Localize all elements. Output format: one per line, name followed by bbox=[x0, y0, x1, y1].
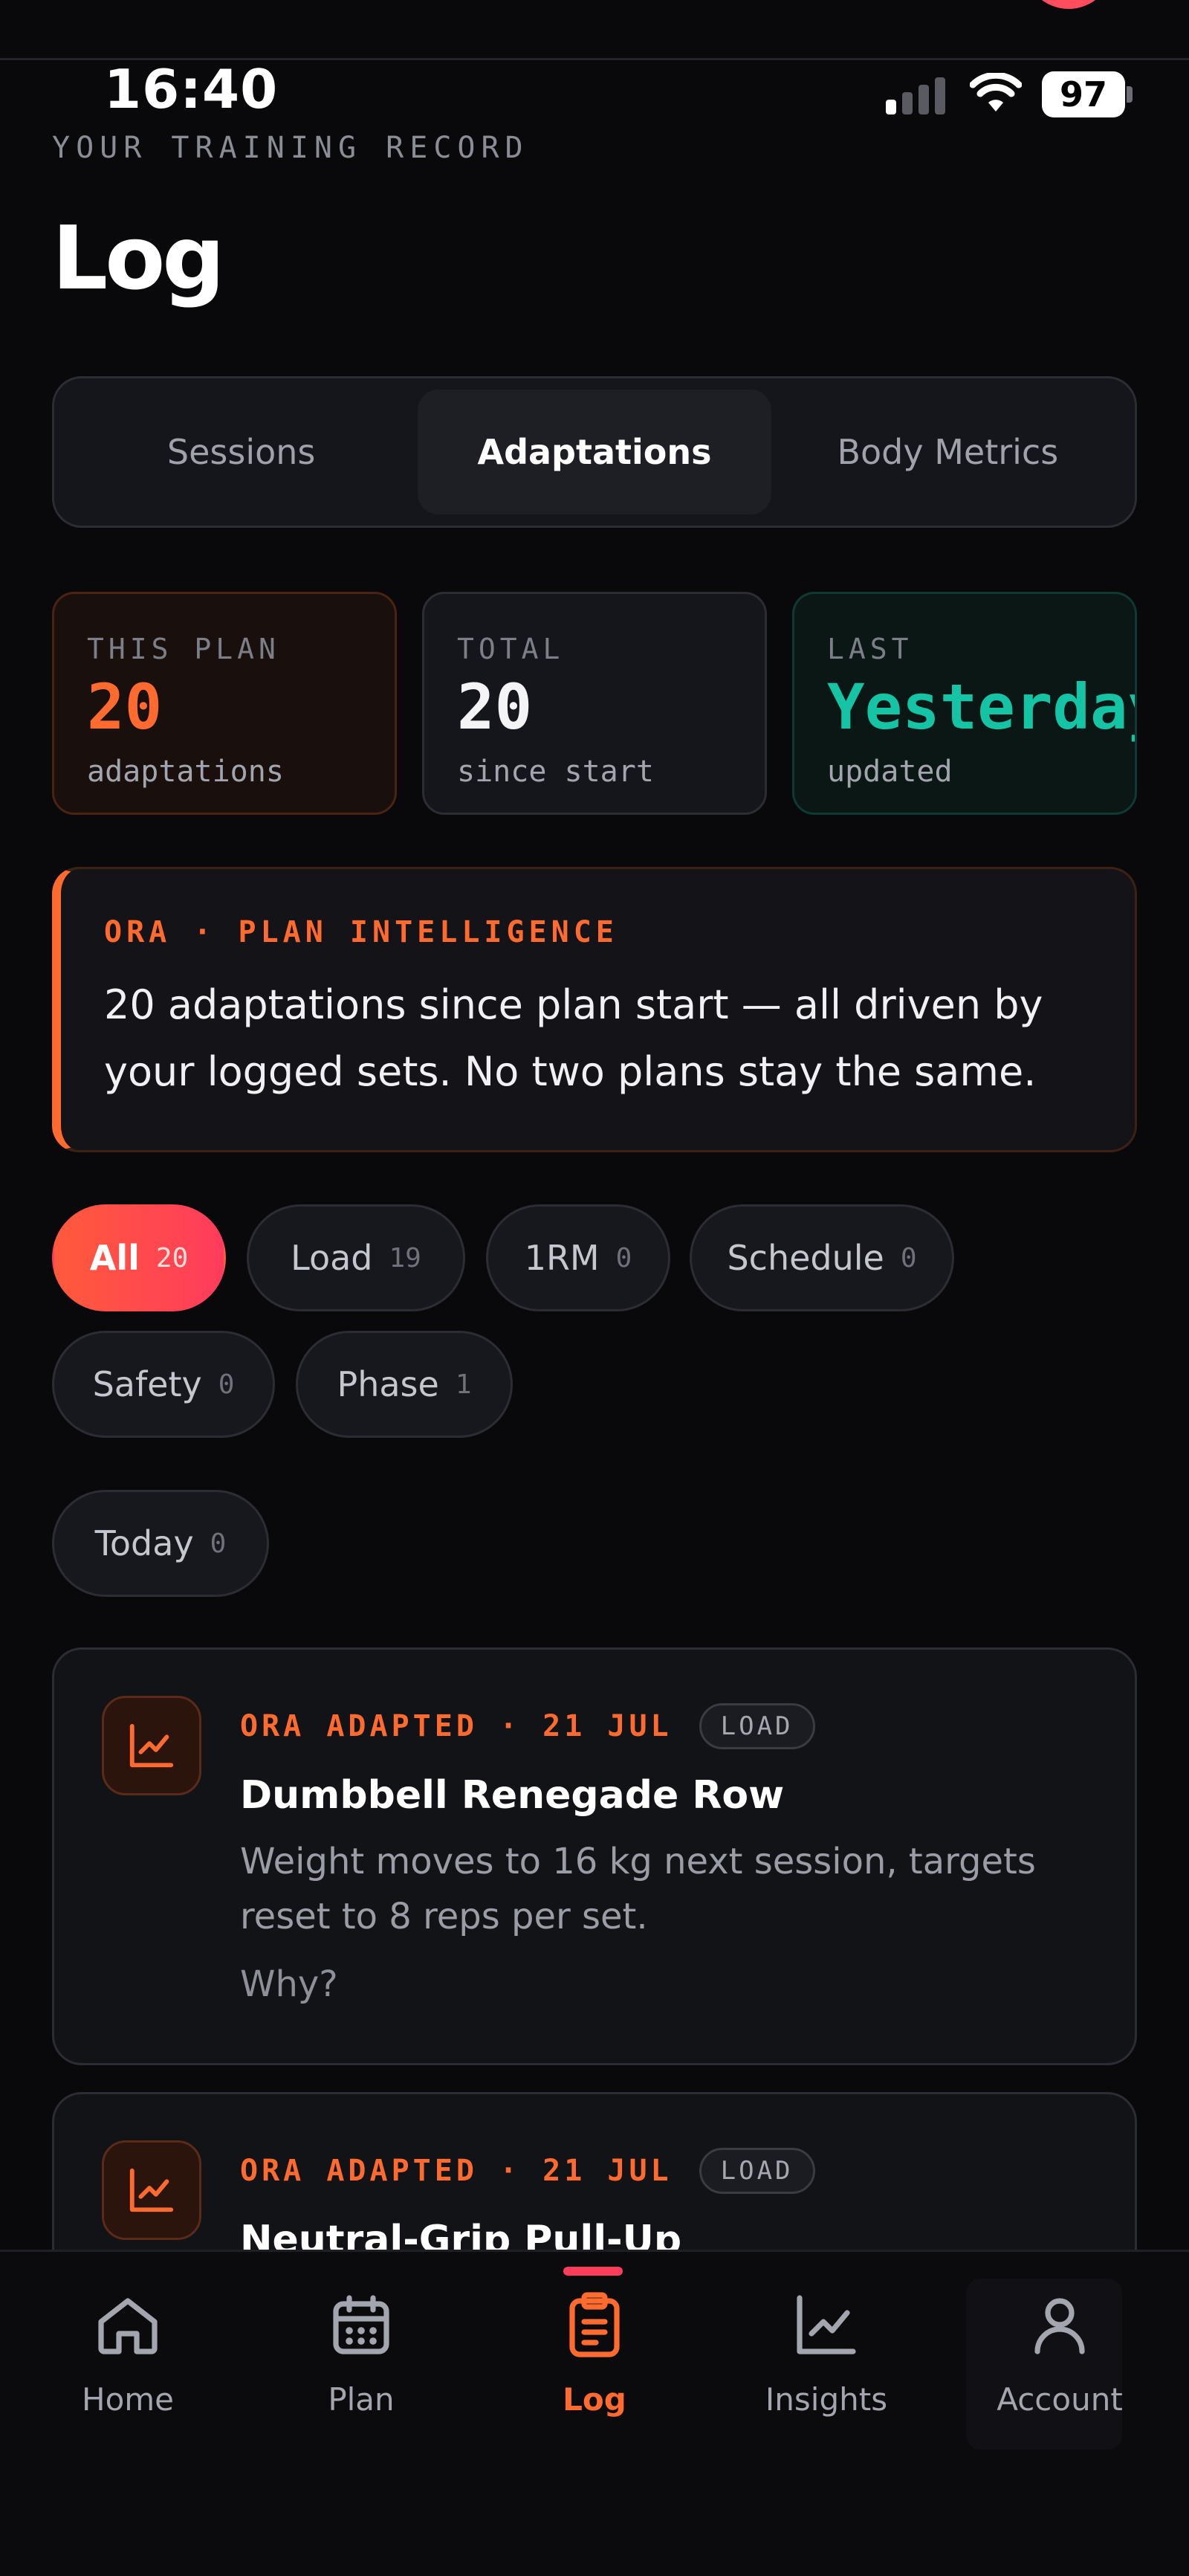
chip-label: 1RM bbox=[524, 1238, 600, 1278]
nav-log[interactable]: Log bbox=[498, 2289, 691, 2418]
tab-adaptations[interactable]: Adaptations bbox=[418, 390, 771, 514]
nav-label: Insights bbox=[765, 2381, 888, 2418]
page-overline: YOUR TRAINING RECORD bbox=[52, 131, 529, 165]
tab-sessions[interactable]: Sessions bbox=[65, 390, 418, 514]
stat-label: THIS PLAN bbox=[87, 633, 280, 665]
chip-label: Phase bbox=[337, 1364, 439, 1404]
calendar-icon bbox=[333, 2295, 389, 2354]
recording-indicator bbox=[1024, 0, 1113, 9]
filter-chip-load[interactable]: Load 19 bbox=[247, 1204, 465, 1311]
nav-label: Plan bbox=[328, 2381, 395, 2418]
stat-card-this-plan: THIS PLAN 20 adaptations bbox=[52, 592, 397, 815]
stat-value: Yesterday bbox=[827, 671, 1137, 743]
banner-message: 20 adaptations since plan start — all dr… bbox=[104, 981, 1043, 1095]
card-meta: ORA ADAPTED · 21 JUL LOAD bbox=[240, 2148, 815, 2194]
signal-icon bbox=[886, 77, 945, 114]
chip-label: Today bbox=[94, 1523, 194, 1563]
adaptation-card[interactable]: ORA ADAPTED · 21 JUL LOAD Dumbbell Reneg… bbox=[52, 1647, 1137, 2065]
log-tabs: Sessions Adaptations Body Metrics bbox=[52, 376, 1137, 528]
nav-account[interactable]: Account bbox=[963, 2289, 1156, 2418]
plan-intelligence-banner: ORA · PLAN INTELLIGENCE 20 adaptations s… bbox=[52, 867, 1137, 1152]
stat-card-total: TOTAL 20 since start bbox=[422, 592, 767, 815]
stat-label: TOTAL bbox=[457, 633, 565, 665]
card-date: ORA ADAPTED · 21 JUL bbox=[240, 1709, 673, 1743]
nav-label: Account bbox=[997, 2381, 1123, 2418]
why-link[interactable]: Why? bbox=[240, 1963, 338, 2005]
card-title: Dumbbell Renegade Row bbox=[240, 1773, 785, 1818]
chip-count: 0 bbox=[218, 1369, 235, 1400]
stat-sub: updated bbox=[827, 755, 953, 789]
stat-sub: since start bbox=[457, 755, 654, 789]
tab-body-metrics[interactable]: Body Metrics bbox=[771, 390, 1124, 514]
chip-label: All bbox=[89, 1238, 140, 1278]
trend-chart-icon bbox=[102, 2140, 201, 2240]
chart-icon bbox=[797, 2295, 856, 2354]
card-meta: ORA ADAPTED · 21 JUL LOAD bbox=[240, 1703, 815, 1749]
stat-sub: adaptations bbox=[87, 755, 284, 789]
type-badge: LOAD bbox=[699, 1703, 815, 1749]
clipboard-icon bbox=[569, 2292, 620, 2357]
stat-label: LAST bbox=[827, 633, 913, 665]
chip-count: 1 bbox=[455, 1369, 472, 1400]
chip-label: Schedule bbox=[727, 1238, 884, 1278]
bottom-navigation: Home Plan Log Insights Account bbox=[0, 2250, 1189, 2576]
card-date: ORA ADAPTED · 21 JUL bbox=[240, 2154, 673, 2188]
nav-label: Home bbox=[81, 2381, 175, 2418]
chip-label: Safety bbox=[92, 1364, 202, 1404]
chip-label: Load bbox=[291, 1238, 373, 1278]
active-tab-indicator bbox=[563, 2267, 623, 2276]
stat-value: 20 bbox=[87, 671, 163, 743]
nav-plan[interactable]: Plan bbox=[265, 2289, 458, 2418]
battery-indicator: 97 bbox=[1042, 71, 1125, 117]
card-description: Weight moves to 16 kg next session, targ… bbox=[240, 1841, 1036, 1937]
status-time: 16:40 bbox=[104, 58, 279, 120]
page-title: Log bbox=[52, 207, 225, 309]
stat-value: 20 bbox=[457, 671, 533, 743]
nav-insights[interactable]: Insights bbox=[730, 2289, 923, 2418]
chip-count: 19 bbox=[389, 1242, 421, 1274]
filter-chip-all[interactable]: All 20 bbox=[52, 1204, 226, 1311]
filter-chip-today[interactable]: Today 0 bbox=[52, 1490, 269, 1597]
stat-card-last: LAST Yesterday updated bbox=[792, 592, 1137, 815]
chip-count: 20 bbox=[155, 1242, 189, 1274]
wifi-icon bbox=[970, 73, 1022, 112]
user-icon bbox=[1034, 2298, 1085, 2354]
filter-chip-1rm[interactable]: 1RM 0 bbox=[486, 1204, 670, 1311]
chip-count: 0 bbox=[615, 1242, 632, 1274]
trend-chart-icon bbox=[102, 1696, 201, 1795]
home-icon bbox=[98, 2298, 158, 2354]
nav-label: Log bbox=[563, 2381, 626, 2418]
banner-tag: ORA · PLAN INTELLIGENCE bbox=[104, 915, 618, 949]
nav-home[interactable]: Home bbox=[31, 2289, 224, 2418]
filter-chip-phase[interactable]: Phase 1 bbox=[296, 1331, 513, 1438]
chip-count: 0 bbox=[210, 1528, 227, 1559]
chip-count: 0 bbox=[900, 1242, 917, 1274]
battery-cap bbox=[1127, 86, 1133, 103]
type-badge: LOAD bbox=[699, 2148, 815, 2194]
filter-chip-schedule[interactable]: Schedule 0 bbox=[690, 1204, 954, 1311]
filter-chip-safety[interactable]: Safety 0 bbox=[52, 1331, 275, 1438]
